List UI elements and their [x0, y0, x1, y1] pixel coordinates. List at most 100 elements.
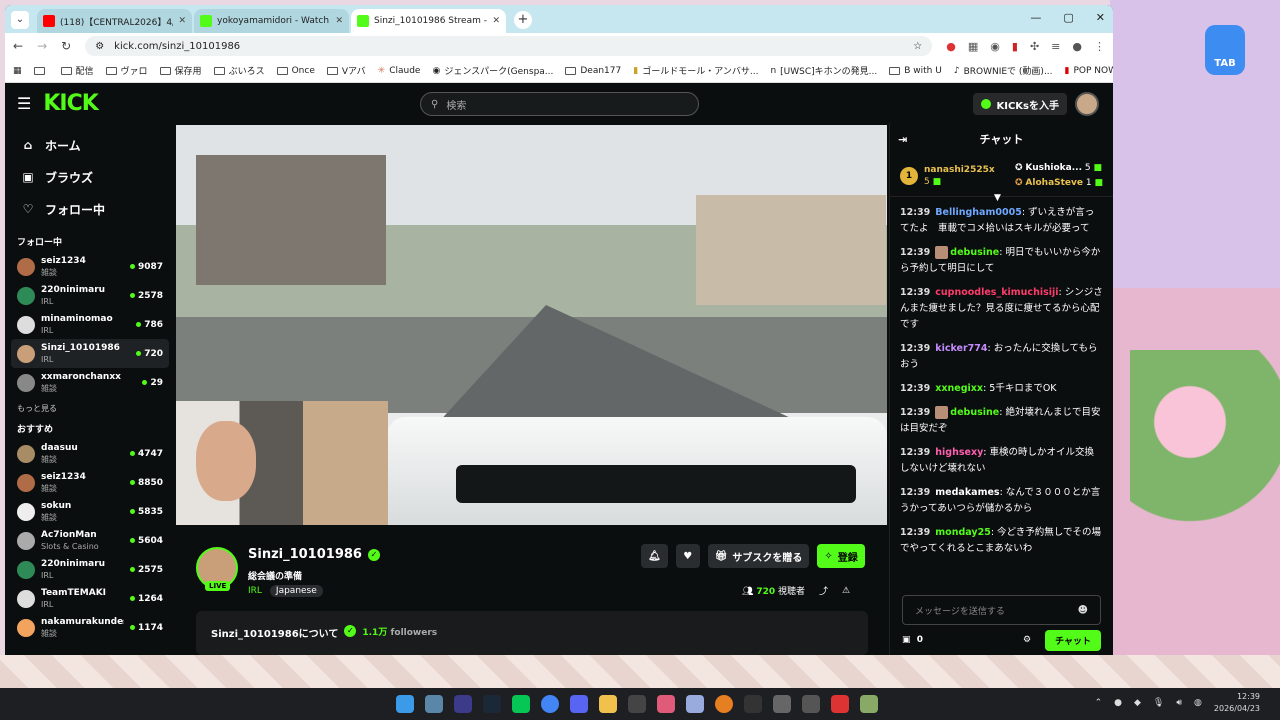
message-user[interactable]: Bellingham0005 — [935, 207, 1022, 218]
mic-icon[interactable]: 🎙︎ — [1153, 698, 1164, 708]
send-chat-button[interactable]: チャット — [1045, 629, 1101, 651]
sidebar-channel[interactable]: xxmaronchanxx 雑談 29 — [11, 368, 169, 397]
sidebar-channel[interactable]: seiz1234 雑談 8850 — [11, 468, 169, 497]
browser-tab-active[interactable]: Sinzi_10101986 Stream - W ✕ — [351, 9, 506, 33]
tray-icon[interactable]: ● — [1114, 698, 1122, 708]
profile-icon[interactable]: ● — [1072, 40, 1082, 53]
category-link[interactable]: IRL — [248, 586, 262, 596]
browser-tab[interactable]: yokoyamamidori - Watch the V ✕ — [194, 9, 349, 33]
bookmark-item[interactable]: 配信 — [60, 64, 94, 77]
nav-browse[interactable]: ▣ ブラウズ — [21, 161, 159, 193]
tray-icon[interactable]: ◆ — [1134, 698, 1141, 708]
address-bar[interactable]: ⚙ kick.com/sinzi_10101986 ☆ — [85, 36, 933, 56]
message-user[interactable]: monday25 — [935, 527, 991, 538]
points-icon[interactable]: ▣ — [902, 635, 911, 645]
chevron-up-icon[interactable]: ⌃ — [1095, 698, 1103, 708]
bookmark-item[interactable] — [33, 66, 49, 75]
sidebar-channel[interactable]: 220ninimaru IRL 2578 — [11, 281, 169, 310]
follow-button[interactable]: ✧ 登録 — [817, 544, 865, 568]
extension-icon[interactable]: ▦ — [968, 40, 978, 53]
sidebar-channel[interactable]: Ac7ionMan Slots & Casino 5604 — [11, 526, 169, 555]
line-icon[interactable] — [512, 695, 530, 713]
app-icon[interactable] — [657, 695, 675, 713]
volume-icon[interactable]: 🔊︎ — [1176, 698, 1182, 708]
forward-icon[interactable]: → — [37, 39, 47, 53]
bookmark-item[interactable]: Dean177 — [565, 66, 621, 76]
gear-icon[interactable]: ⚙ — [1023, 635, 1031, 645]
message-user[interactable]: cupnoodles_kimuchisiji — [935, 287, 1058, 298]
sidebar-channel[interactable]: sokun 雑談 5835 — [11, 497, 169, 526]
extension-icon[interactable]: ▮ — [1012, 40, 1018, 53]
sidebar-channel[interactable]: Sinzi_10101986 IRL 720 — [11, 339, 169, 368]
extension-icon[interactable]: ◉ — [990, 40, 1000, 53]
bookmark-item[interactable]: ヴァロ — [105, 64, 148, 77]
media-icon[interactable]: ≡ — [1051, 40, 1060, 53]
streamer-name[interactable]: Sinzi_10101986 ✓ — [248, 547, 380, 562]
back-icon[interactable]: ← — [13, 39, 23, 53]
bookmark-item[interactable]: ▮ ゴールドモール・アンバサ... — [633, 64, 758, 78]
message-user[interactable]: medakames — [935, 487, 999, 498]
collapse-chat-icon[interactable]: ⇥ — [898, 133, 907, 146]
app-icon[interactable] — [802, 695, 820, 713]
wifi-icon[interactable]: ◍ — [1194, 698, 1202, 708]
app-icon[interactable] — [831, 695, 849, 713]
nav-following[interactable]: ♡ フォロー中 — [21, 193, 159, 225]
gift-sub-button[interactable]: 🎁︎ サブスクを贈る — [707, 544, 810, 568]
show-more-link[interactable]: もっと見る — [17, 403, 163, 414]
app-icon[interactable] — [686, 695, 704, 713]
minimize-icon[interactable]: — — [1030, 11, 1041, 24]
video-player[interactable] — [176, 125, 887, 525]
get-kicks-button[interactable]: KICKsを入手 — [973, 93, 1067, 115]
message-user[interactable]: debusine — [950, 407, 999, 418]
bookmark-item[interactable]: ✳ Claude — [378, 66, 421, 76]
app-icon[interactable] — [425, 695, 443, 713]
bookmark-item[interactable]: ▮POP NOW:THE MO... — [1065, 66, 1113, 76]
sidebar-channel[interactable]: seiz1234 雑談 9087 — [11, 252, 169, 281]
chat-input[interactable]: メッセージを送信する ☻ — [902, 595, 1101, 625]
browser-tab[interactable]: (118)【CENTRAL2026】4/5(SUN ✕ — [37, 9, 192, 33]
message-user[interactable]: kicker774 — [935, 343, 987, 354]
app-icon[interactable] — [860, 695, 878, 713]
app-icon[interactable] — [715, 695, 733, 713]
bookmark-item[interactable]: ♪ BROWNIEで (動画)... — [954, 64, 1053, 78]
app-icon[interactable] — [744, 695, 762, 713]
bookmark-item[interactable]: ◉ ジェンスパーク(Genspa... — [432, 64, 553, 78]
windows-start-icon[interactable] — [396, 695, 414, 713]
message-user[interactable]: xxnegixx — [935, 383, 983, 394]
sidebar-channel[interactable]: 220ninimaru IRL 2575 — [11, 555, 169, 584]
sidebar-channel[interactable]: daasuu 雑談 4747 — [11, 439, 169, 468]
clock[interactable]: 12:39 2026/04/23 — [1214, 691, 1260, 715]
close-icon[interactable]: ✕ — [178, 16, 186, 26]
bookmark-item[interactable]: B with U — [889, 66, 942, 76]
menu-icon[interactable]: ⋮ — [1094, 40, 1105, 53]
bookmark-item[interactable]: n [UWSC]キホンの発見... — [770, 64, 877, 78]
app-icon[interactable] — [773, 695, 791, 713]
expand-leaderboard-icon[interactable]: ▼ — [994, 193, 1001, 203]
explorer-icon[interactable] — [599, 695, 617, 713]
bookmark-item[interactable]: 保存用 — [159, 64, 202, 77]
emoji-icon[interactable]: ☻ — [1078, 605, 1088, 616]
star-icon[interactable]: ☆ — [913, 41, 922, 52]
discord-icon[interactable] — [570, 695, 588, 713]
language-tag[interactable]: Japanese — [269, 585, 323, 597]
kick-logo[interactable]: KICK — [43, 91, 98, 116]
bookmark-item[interactable]: Once — [276, 66, 315, 76]
app-icon[interactable] — [454, 695, 472, 713]
message-user[interactable]: debusine — [950, 247, 999, 258]
sidebar-channel[interactable]: minaminomao IRL 786 — [11, 310, 169, 339]
new-tab-button[interactable]: + — [514, 11, 532, 29]
apps-icon[interactable]: ▦ — [13, 66, 22, 76]
search-input[interactable]: ⚲ 検索 — [420, 92, 699, 116]
maximize-icon[interactable]: ▢ — [1063, 11, 1073, 24]
menu-icon[interactable]: ☰ — [17, 94, 31, 113]
close-icon[interactable]: ✕ — [492, 16, 500, 26]
chrome-icon[interactable] — [541, 695, 559, 713]
nav-home[interactable]: ⌂ ホーム — [21, 129, 159, 161]
bookmark-item[interactable]: ぶいろス — [213, 64, 265, 77]
app-icon[interactable] — [628, 695, 646, 713]
sidebar-channel[interactable]: nakamurakundesu雑談 1174 — [11, 613, 169, 642]
close-icon[interactable]: ✕ — [335, 16, 343, 26]
tab-search-button[interactable]: ⌄ — [11, 11, 29, 29]
reload-icon[interactable]: ↻ — [61, 39, 71, 53]
sidebar-channel[interactable]: TeamTEMAKI IRL 1264 — [11, 584, 169, 613]
